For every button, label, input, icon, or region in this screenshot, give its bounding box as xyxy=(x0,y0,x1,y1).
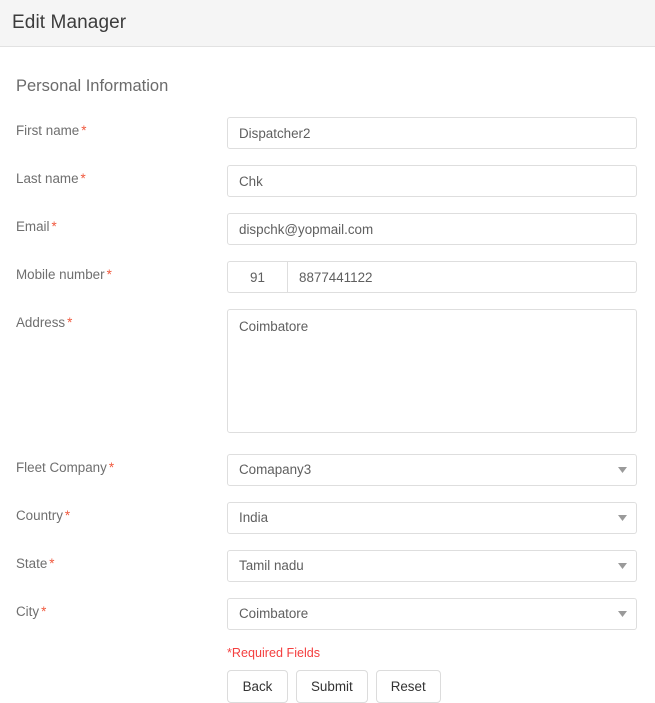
required-asterisk: * xyxy=(51,219,57,234)
mobile-number-input[interactable] xyxy=(287,261,637,293)
required-fields-note: *Required Fields xyxy=(227,646,321,660)
address-textarea[interactable]: Coimbatore xyxy=(227,309,637,433)
form-row-state: State * Tamil nadu xyxy=(0,550,655,582)
form-row-city: City * Coimbatore xyxy=(0,598,655,630)
form-row-fleet-company: Fleet Company * Comapany3 xyxy=(0,454,655,486)
required-asterisk: * xyxy=(67,315,73,330)
label-last-name: Last name * xyxy=(0,165,227,187)
label-state: State * xyxy=(0,550,227,572)
first-name-input[interactable] xyxy=(227,117,637,149)
email-field[interactable] xyxy=(227,213,637,245)
state-selected-value: Tamil nadu xyxy=(227,550,637,582)
control-state: Tamil nadu xyxy=(227,550,655,582)
form-row-country: Country * India xyxy=(0,502,655,534)
label-last-name-text: Last name xyxy=(16,171,79,186)
country-selected-value: India xyxy=(227,502,637,534)
required-asterisk: * xyxy=(81,123,87,138)
label-country: Country * xyxy=(0,502,227,524)
city-select[interactable]: Coimbatore xyxy=(227,598,637,630)
control-country: India xyxy=(227,502,655,534)
mobile-number-group xyxy=(227,261,637,293)
control-address: Coimbatore xyxy=(227,309,655,438)
control-mobile-number xyxy=(227,261,655,293)
required-asterisk: * xyxy=(41,604,47,619)
label-address-text: Address xyxy=(16,315,66,330)
form-footer: *Required Fields Back Submit Reset xyxy=(0,646,655,703)
required-asterisk: * xyxy=(49,556,55,571)
fleet-company-selected-value: Comapany3 xyxy=(227,454,637,486)
label-state-text: State xyxy=(16,556,48,571)
back-button[interactable]: Back xyxy=(227,670,288,703)
last-name-input[interactable] xyxy=(227,165,637,197)
form-row-first-name: First name * xyxy=(0,117,655,149)
label-first-name-text: First name xyxy=(16,123,80,138)
reset-button[interactable]: Reset xyxy=(375,670,441,703)
label-city: City * xyxy=(0,598,227,620)
label-email: Email * xyxy=(0,213,227,235)
label-fleet-company: Fleet Company * xyxy=(0,454,227,476)
form-row-last-name: Last name * xyxy=(0,165,655,197)
label-email-text: Email xyxy=(16,219,50,234)
label-first-name: First name * xyxy=(0,117,227,139)
control-fleet-company: Comapany3 xyxy=(227,454,655,486)
required-asterisk: * xyxy=(108,460,115,475)
country-select[interactable]: India xyxy=(227,502,637,534)
page-title: Edit Manager xyxy=(12,12,127,33)
form-row-address: Address * Coimbatore xyxy=(0,309,655,438)
control-email xyxy=(227,213,655,245)
control-city: Coimbatore xyxy=(227,598,655,630)
label-city-text: City xyxy=(16,604,40,619)
form-row-mobile-number: Mobile number * xyxy=(0,261,655,293)
label-fleet-company-text: Fleet Company xyxy=(16,460,107,475)
state-select[interactable]: Tamil nadu xyxy=(227,550,637,582)
label-mobile-number-text: Mobile number xyxy=(16,267,105,282)
required-asterisk: * xyxy=(106,267,112,282)
label-country-text: Country xyxy=(16,508,63,523)
form-row-email: Email * xyxy=(0,213,655,245)
fleet-company-select[interactable]: Comapany3 xyxy=(227,454,637,486)
label-address: Address * xyxy=(0,309,227,331)
country-code-input[interactable] xyxy=(227,261,287,293)
submit-button[interactable]: Submit xyxy=(296,670,368,703)
required-asterisk: * xyxy=(80,171,86,186)
control-first-name xyxy=(227,117,655,149)
page-header: Edit Manager xyxy=(0,0,655,47)
form-button-row: Back Submit Reset xyxy=(227,670,655,703)
section-heading: Personal Information xyxy=(16,77,169,95)
city-selected-value: Coimbatore xyxy=(227,598,637,630)
required-asterisk: * xyxy=(64,508,71,523)
label-mobile-number: Mobile number * xyxy=(0,261,227,283)
edit-manager-form: First name* Last name* Email* Mobile num… xyxy=(0,117,655,703)
control-last-name xyxy=(227,165,655,197)
